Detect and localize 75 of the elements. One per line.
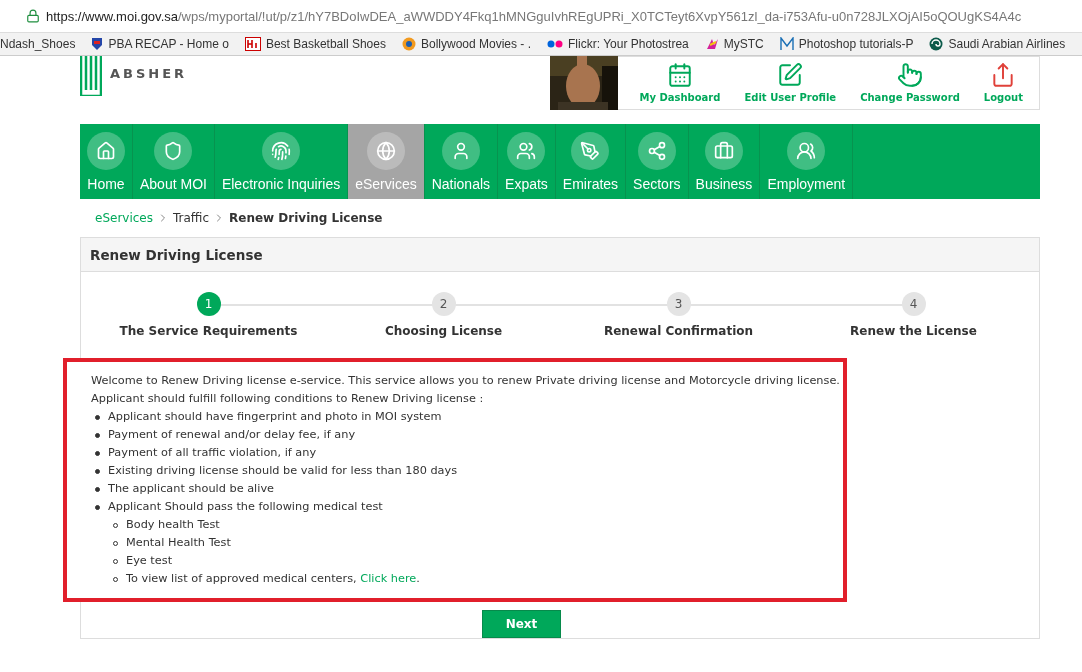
- step-label: Renewal Confirmation: [603, 324, 754, 338]
- condition-text: Payment of all traffic violation, if any: [108, 445, 317, 461]
- header-link[interactable]: Edit User Profile: [734, 57, 847, 109]
- hand-pointer-icon: [897, 62, 923, 88]
- lock-icon: [26, 9, 40, 23]
- nav-tab[interactable]: Home: [80, 124, 133, 199]
- shield-icon: [163, 140, 184, 161]
- step-number: 4: [901, 292, 926, 316]
- bookmark[interactable]: MySTC: [704, 37, 764, 51]
- bookmark[interactable]: Flickr: Your Photostrea: [547, 37, 689, 51]
- condition-text: Existing driving license should be valid for less than 180 days: [108, 463, 458, 479]
- bullet-icon: [95, 486, 100, 492]
- step-label: Choosing License: [384, 324, 503, 338]
- bullet-icon: [95, 504, 100, 510]
- bookmark[interactable]: Photoshop tutorials-P: [779, 37, 914, 51]
- edit-icon: [777, 62, 804, 88]
- step-label: The Service Requirements: [119, 324, 298, 338]
- header-link[interactable]: My Dashboard: [629, 57, 731, 109]
- bullet-icon: [95, 468, 100, 474]
- step-label: Renew the License: [850, 324, 977, 338]
- bookmark[interactable]: Saudi Arabian Airlines: [929, 37, 1066, 51]
- next-button[interactable]: Next: [482, 610, 561, 638]
- condition-text: Eye test: [126, 553, 173, 569]
- briefcase-icon: [713, 140, 734, 161]
- share-icon: [646, 140, 667, 161]
- nav-tab[interactable]: eServices: [348, 124, 425, 199]
- bookmark[interactable]: PBA RECAP - Home o: [91, 37, 229, 51]
- intro-text: Welcome to Renew Driving license e-service. This service allows you to renew Private driving license and Motorcycle driving license.: [91, 373, 841, 389]
- panel-title: Renew Driving License: [81, 238, 1039, 272]
- nav-tab[interactable]: About MOI: [133, 124, 215, 199]
- header-link[interactable]: Change Password: [850, 57, 970, 109]
- condition-text: Mental Health Test: [126, 535, 231, 551]
- logo-icon: [80, 56, 102, 96]
- condition-text: To view list of approved medical centers, Click here.: [126, 571, 420, 587]
- dots-icon: [547, 40, 563, 48]
- nav-tab[interactable]: Nationals: [424, 124, 499, 199]
- bookmark[interactable]: Bollywood Movies - .: [401, 37, 531, 51]
- letter-icon: [779, 37, 794, 51]
- step-number: 3: [666, 292, 691, 316]
- people-icon: [516, 140, 537, 161]
- shield-icon: [91, 37, 104, 51]
- condition-text: Applicant Should pass the following medical test: [108, 499, 383, 515]
- condition-text: Applicant should have fingerprint and photo in MOI system: [108, 409, 442, 425]
- breadcrumb-item: Renew Driving License: [229, 211, 383, 225]
- calendar-icon: [667, 62, 693, 88]
- bookmark[interactable]: Ndash_Shoes: [0, 37, 76, 51]
- step-number: 1: [196, 292, 221, 316]
- step-number: 2: [431, 292, 456, 316]
- home-icon: [96, 140, 116, 161]
- breadcrumb-link[interactable]: eServices: [95, 211, 153, 225]
- address-field[interactable]: https://www.moi.gov.sa/wps/myportal/!ut/p/z1/hY7BDoIwDEA_aWWDDY4Fkq1hMNGguIvhREgUPRi_X0TCTeyt6XvpY561zl_da-i753Afu-u0n728JLXOjAI5oQOUgKS4A4c: [46, 8, 1022, 24]
- intro-text: Applicant should fulfill following conditions to Renew Driving license :: [91, 391, 485, 407]
- nav-tab[interactable]: Electronic Inquiries: [214, 124, 349, 199]
- bullet-icon: [95, 414, 100, 420]
- swirl-icon: [929, 37, 944, 51]
- condition-text: Body health Test: [126, 517, 220, 533]
- bullet-icon: [95, 450, 100, 456]
- nav-tab[interactable]: Employment: [760, 124, 854, 199]
- nav-tab[interactable]: Business: [688, 124, 761, 199]
- logo-text: ABSHER: [110, 66, 188, 81]
- disc-icon: [401, 37, 416, 51]
- nav-tab[interactable]: Emirates: [555, 124, 627, 199]
- people-icon: [796, 140, 817, 161]
- condition-text: Payment of renewal and/or delay fee, if any: [108, 427, 356, 443]
- bookmark[interactable]: Best Basketball Shoes: [244, 37, 386, 51]
- breadcrumb-item: Traffic: [173, 211, 210, 225]
- condition-text: The applicant should be alive: [108, 481, 275, 497]
- pen-icon: [580, 140, 601, 161]
- fingerprint-icon: [271, 140, 292, 161]
- nav-tab[interactable]: Sectors: [626, 124, 689, 199]
- header-link[interactable]: Logout: [973, 57, 1033, 109]
- bullet-icon: [95, 432, 100, 438]
- globe-icon: [375, 140, 396, 161]
- logo-icon: [244, 37, 261, 51]
- nav-tab[interactable]: Expats: [498, 124, 556, 199]
